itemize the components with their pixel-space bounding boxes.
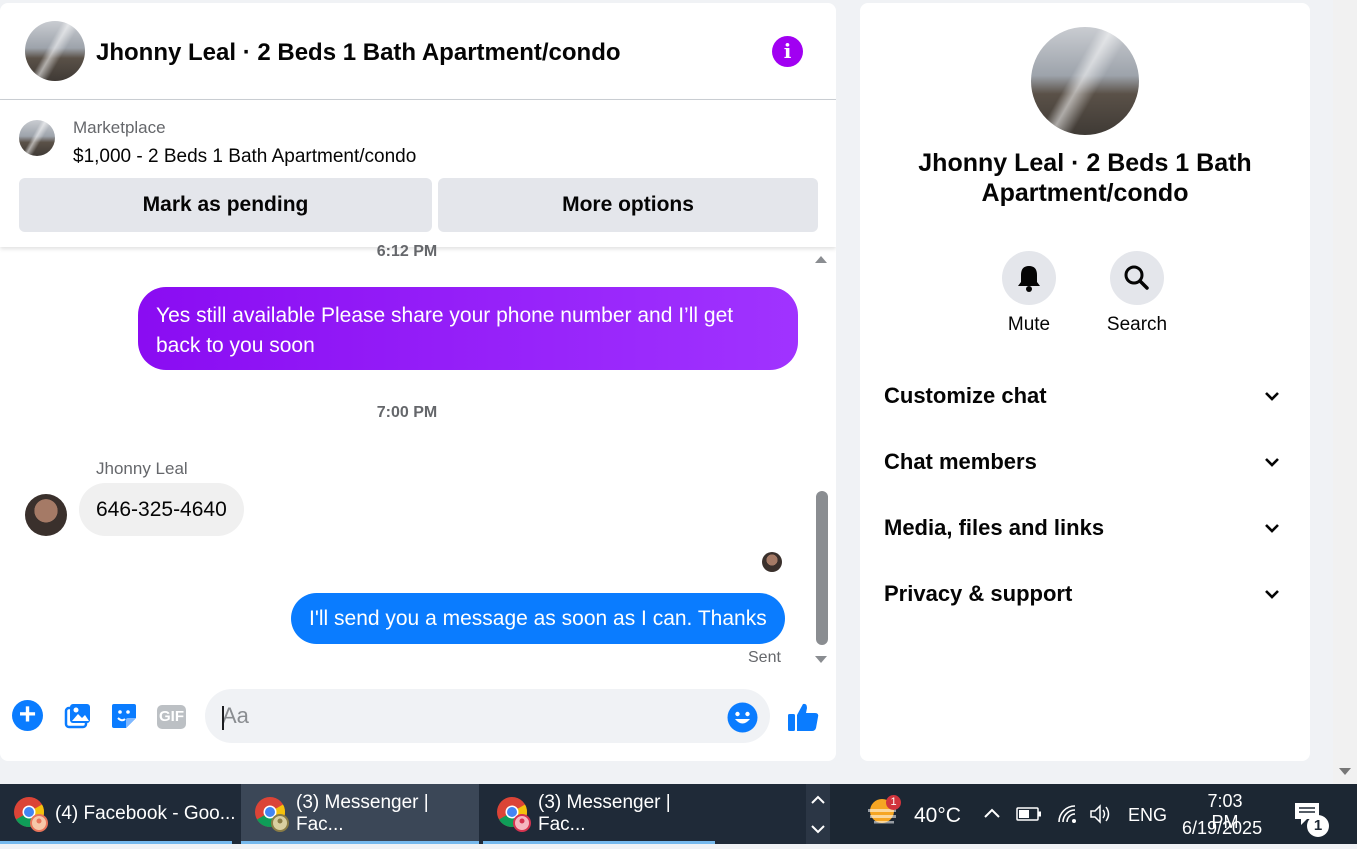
section-media-files-links[interactable]: Media, files and links [860, 509, 1310, 549]
message-scrollbar-thumb[interactable] [816, 491, 828, 645]
input-language[interactable]: ENG [1128, 805, 1167, 826]
taskbar-scroll-buttons[interactable] [806, 784, 830, 844]
sender-name: Jhonny Leal [96, 459, 188, 478]
incoming-message[interactable]: 646-325-4640 [79, 483, 244, 536]
section-label: Customize chat [884, 383, 1047, 408]
chevron-down-icon [1265, 458, 1279, 467]
listing-thumbnail[interactable] [19, 120, 55, 156]
conversation-info-panel: Jhonny Leal · 2 Beds 1 Bath Apartment/co… [860, 3, 1310, 761]
info-icon[interactable]: i [772, 36, 803, 67]
listing-title[interactable]: $1,000 - 2 Beds 1 Bath Apartment/condo [73, 146, 416, 168]
thumbs-up-icon[interactable] [786, 700, 820, 734]
conversation-title[interactable]: Jhonny Leal · 2 Beds 1 Bath Apartment/co… [96, 39, 621, 67]
chevron-down-icon [1265, 590, 1279, 599]
message-status: Sent [748, 649, 781, 666]
chat-panel: Jhonny Leal · 2 Beds 1 Bath Apartment/co… [0, 3, 836, 761]
weather-alert-badge: 1 [886, 795, 901, 810]
sender-avatar[interactable] [25, 494, 67, 536]
taskbar-item-messenger-2[interactable]: (3) Messenger | Fac... [483, 784, 721, 844]
section-chat-members[interactable]: Chat members [860, 443, 1310, 483]
mute-label: Mute [1007, 314, 1051, 335]
battery-icon[interactable] [1016, 806, 1042, 822]
message-composer[interactable] [205, 689, 770, 743]
taskbar-item-label: (3) Messenger | Fac... [538, 792, 671, 835]
page-scrollbar[interactable] [1333, 0, 1357, 784]
scroll-down-arrow-icon[interactable] [813, 653, 829, 667]
taskbar-item-facebook[interactable]: (4) Facebook - Goo... [0, 784, 238, 844]
more-options-button[interactable]: More options [438, 178, 818, 232]
outgoing-message[interactable]: Yes still available Please share your ph… [138, 287, 798, 370]
search-button[interactable] [1110, 251, 1164, 305]
read-receipt-avatar [762, 552, 782, 572]
notifications-count-badge: 1 [1307, 815, 1329, 837]
marketplace-label: Marketplace [73, 118, 166, 137]
chevron-down-icon [1265, 524, 1279, 533]
show-hidden-icons-chevron-icon[interactable] [982, 804, 1002, 822]
taskbar-item-label: (3) Messenger | Fac... [296, 792, 429, 835]
outgoing-message[interactable]: I'll send you a message as soon as I can… [291, 593, 785, 644]
chrome-icon [255, 797, 289, 832]
message-input[interactable] [222, 689, 712, 743]
conversation-avatar-large[interactable] [1031, 27, 1139, 135]
page-scroll-down-icon[interactable] [1338, 766, 1352, 778]
mark-as-pending-button[interactable]: Mark as pending [19, 178, 432, 232]
windows-taskbar: (4) Facebook - Goo... (3) Messenger | Fa… [0, 784, 1357, 844]
chat-header: Jhonny Leal · 2 Beds 1 Bath Apartment/co… [0, 3, 836, 100]
taskbar-item-messenger-1[interactable]: (3) Messenger | Fac... [241, 784, 479, 844]
chevron-down-icon [1265, 392, 1279, 401]
taskbar-item-label: (4) Facebook - Goo... [55, 803, 236, 824]
sticker-icon[interactable] [108, 700, 140, 732]
chrome-icon [14, 797, 48, 832]
section-privacy-support[interactable]: Privacy & support [860, 575, 1310, 615]
conversation-avatar[interactable] [25, 21, 85, 81]
photo-icon[interactable] [61, 700, 93, 732]
text-caret [222, 706, 224, 730]
timestamp: 7:00 PM [376, 404, 438, 421]
timestamp: 6:12 PM [376, 243, 438, 260]
taskbar-up-down-icon [811, 795, 825, 834]
wifi-icon[interactable] [1055, 802, 1079, 826]
search-icon [1124, 265, 1149, 290]
temperature[interactable]: 40°C [914, 804, 961, 828]
scroll-up-arrow-icon[interactable] [813, 252, 829, 266]
gif-icon[interactable]: GIF [157, 705, 186, 729]
section-label: Privacy & support [884, 581, 1073, 606]
bell-icon [1018, 266, 1040, 292]
marketplace-listing-card: Marketplace $1,000 - 2 Beds 1 Bath Apart… [0, 100, 836, 247]
plus-icon[interactable]: + [12, 700, 43, 731]
section-label: Chat members [884, 449, 1037, 474]
chrome-icon [497, 797, 531, 832]
conversation-info-title: Jhonny Leal · 2 Beds 1 Bath Apartment/co… [918, 149, 1252, 207]
clock-date[interactable]: 6/19/2025 [1182, 818, 1262, 839]
section-customize-chat[interactable]: Customize chat [860, 377, 1310, 417]
mute-button[interactable] [1002, 251, 1056, 305]
volume-icon[interactable] [1088, 802, 1114, 826]
emoji-icon[interactable] [727, 702, 758, 733]
search-label: Search [1106, 314, 1168, 335]
system-tray: 1 40°C ENG 7:03 PM 6/19/2025 1 [830, 784, 1357, 844]
section-label: Media, files and links [884, 515, 1105, 540]
